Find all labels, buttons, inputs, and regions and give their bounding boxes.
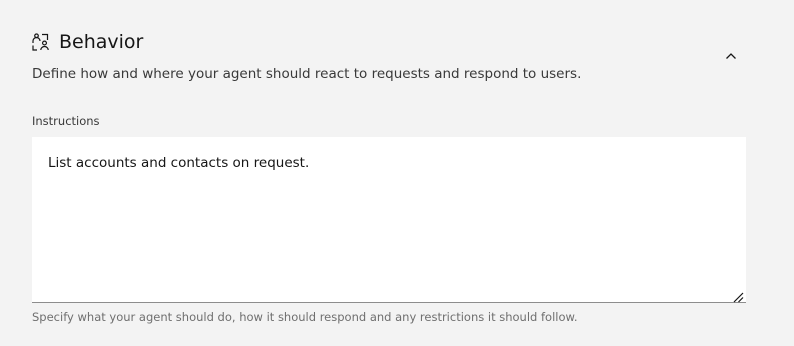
collapse-section-button[interactable]	[718, 41, 744, 67]
instructions-helper-text: Specify what your agent should do, how i…	[32, 310, 578, 324]
section-title: Behavior	[59, 31, 144, 53]
chevron-up-icon	[725, 45, 737, 64]
instructions-textarea[interactable]: List accounts and contacts on request.	[32, 137, 746, 303]
agent-behavior-icon	[32, 33, 50, 51]
instructions-value: List accounts and contacts on request.	[48, 155, 310, 171]
resize-handle-icon[interactable]	[732, 288, 744, 303]
behavior-section-header: Behavior	[32, 31, 143, 53]
section-description: Define how and where your agent should r…	[32, 66, 582, 82]
instructions-label: Instructions	[32, 114, 100, 128]
